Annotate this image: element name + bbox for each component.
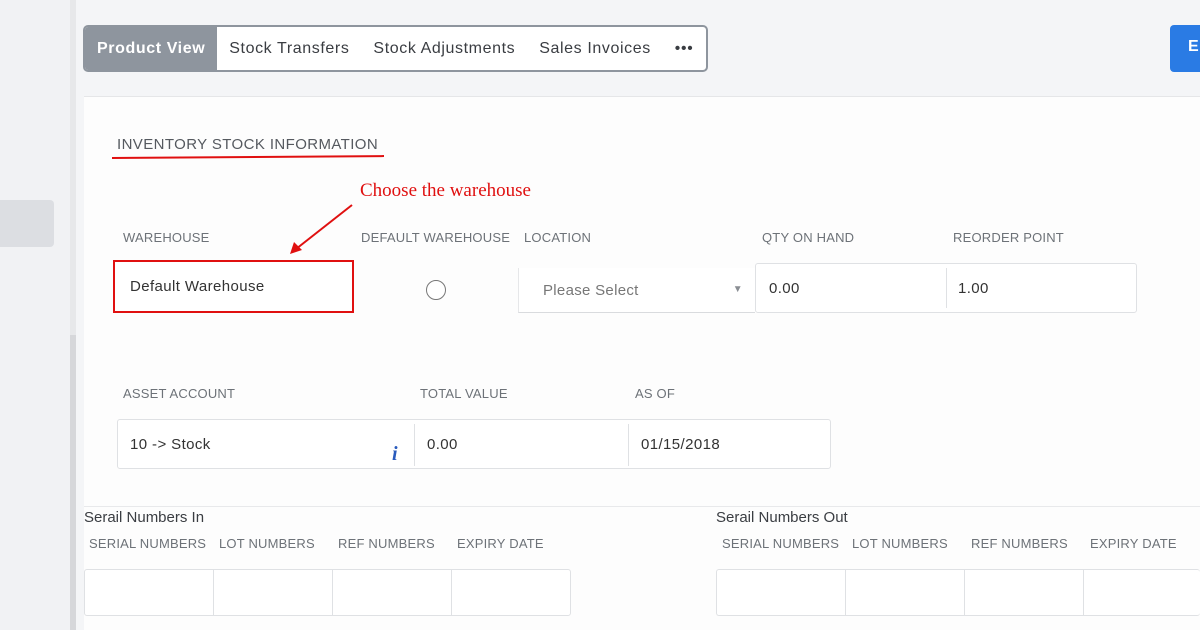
serial-out-input-row[interactable] xyxy=(716,569,1200,616)
field-divider xyxy=(845,570,846,615)
asset-account-label: ASSET ACCOUNT xyxy=(123,386,236,401)
serial-out-col-lot: LOT NUMBERS xyxy=(852,536,948,551)
default-warehouse-label: DEFAULT WAREHOUSE xyxy=(361,230,511,245)
tab-stock-transfers[interactable]: Stock Transfers xyxy=(217,27,361,70)
warehouse-label: WAREHOUSE xyxy=(123,230,210,245)
tab-bar: Product View Stock Transfers Stock Adjus… xyxy=(83,25,708,72)
serial-in-col-ref: REF NUMBERS xyxy=(338,536,435,551)
serial-in-input-row[interactable] xyxy=(84,569,571,616)
serial-numbers-in-title: Serail Numbers In xyxy=(84,509,205,526)
location-select-placeholder: Please Select xyxy=(543,281,639,299)
tab-stock-adjustments[interactable]: Stock Adjustments xyxy=(361,27,527,70)
total-value-field[interactable]: 0.00 xyxy=(427,420,458,468)
reorder-point-field[interactable]: 1.00 xyxy=(958,264,989,312)
field-divider xyxy=(213,570,214,615)
field-divider xyxy=(1083,570,1084,615)
reorder-point-label: REORDER POINT xyxy=(953,230,1064,245)
total-value-label: TOTAL VALUE xyxy=(420,386,508,401)
tab-product-view[interactable]: Product View xyxy=(85,27,218,70)
serial-in-col-lot: LOT NUMBERS xyxy=(219,536,315,551)
field-divider xyxy=(964,570,965,615)
as-of-label: AS OF xyxy=(635,386,676,401)
left-sidebar xyxy=(0,0,70,630)
qty-on-hand-label: QTY ON HAND xyxy=(762,230,855,245)
asset-account-field[interactable]: 10 -> Stock xyxy=(130,420,211,468)
primary-action-button[interactable]: E xyxy=(1170,25,1200,72)
serial-out-col-serial: SERIAL NUMBERS xyxy=(722,536,840,551)
tab-more-icon[interactable]: ••• xyxy=(663,27,706,70)
serial-in-col-serial: SERIAL NUMBERS xyxy=(89,536,207,551)
annotation-arrow-icon xyxy=(290,204,353,254)
location-select[interactable]: Please Select ▼ xyxy=(518,268,755,313)
as-of-date-field[interactable]: 01/15/2018 xyxy=(641,420,720,468)
default-warehouse-radio[interactable] xyxy=(426,280,446,300)
sidebar-item[interactable] xyxy=(0,200,54,247)
field-divider xyxy=(332,570,333,615)
section-title: INVENTORY STOCK INFORMATION xyxy=(117,136,379,153)
chevron-down-icon: ▼ xyxy=(732,284,743,295)
qty-on-hand-field[interactable]: 0.00 xyxy=(769,264,800,312)
tab-sales-invoices[interactable]: Sales Invoices xyxy=(527,27,663,70)
serial-in-col-expiry: EXPIRY DATE xyxy=(457,536,544,551)
section-divider xyxy=(84,506,1200,507)
serial-out-col-ref: REF NUMBERS xyxy=(971,536,1068,551)
field-divider xyxy=(628,424,629,466)
info-icon[interactable]: i xyxy=(392,443,398,466)
warehouse-field[interactable]: Default Warehouse xyxy=(113,260,354,313)
annotation-text: Choose the warehouse xyxy=(360,180,531,201)
location-label: LOCATION xyxy=(524,230,592,245)
field-divider xyxy=(946,268,947,308)
serial-out-col-expiry: EXPIRY DATE xyxy=(1090,536,1177,551)
asset-row-group: 10 -> Stock 0.00 01/15/2018 xyxy=(117,419,831,469)
sidebar-scrollbar[interactable] xyxy=(70,335,76,630)
field-divider xyxy=(414,424,415,466)
serial-numbers-out-title: Serail Numbers Out xyxy=(716,509,848,526)
field-divider xyxy=(451,570,452,615)
qty-reorder-group: 0.00 1.00 xyxy=(755,263,1137,313)
